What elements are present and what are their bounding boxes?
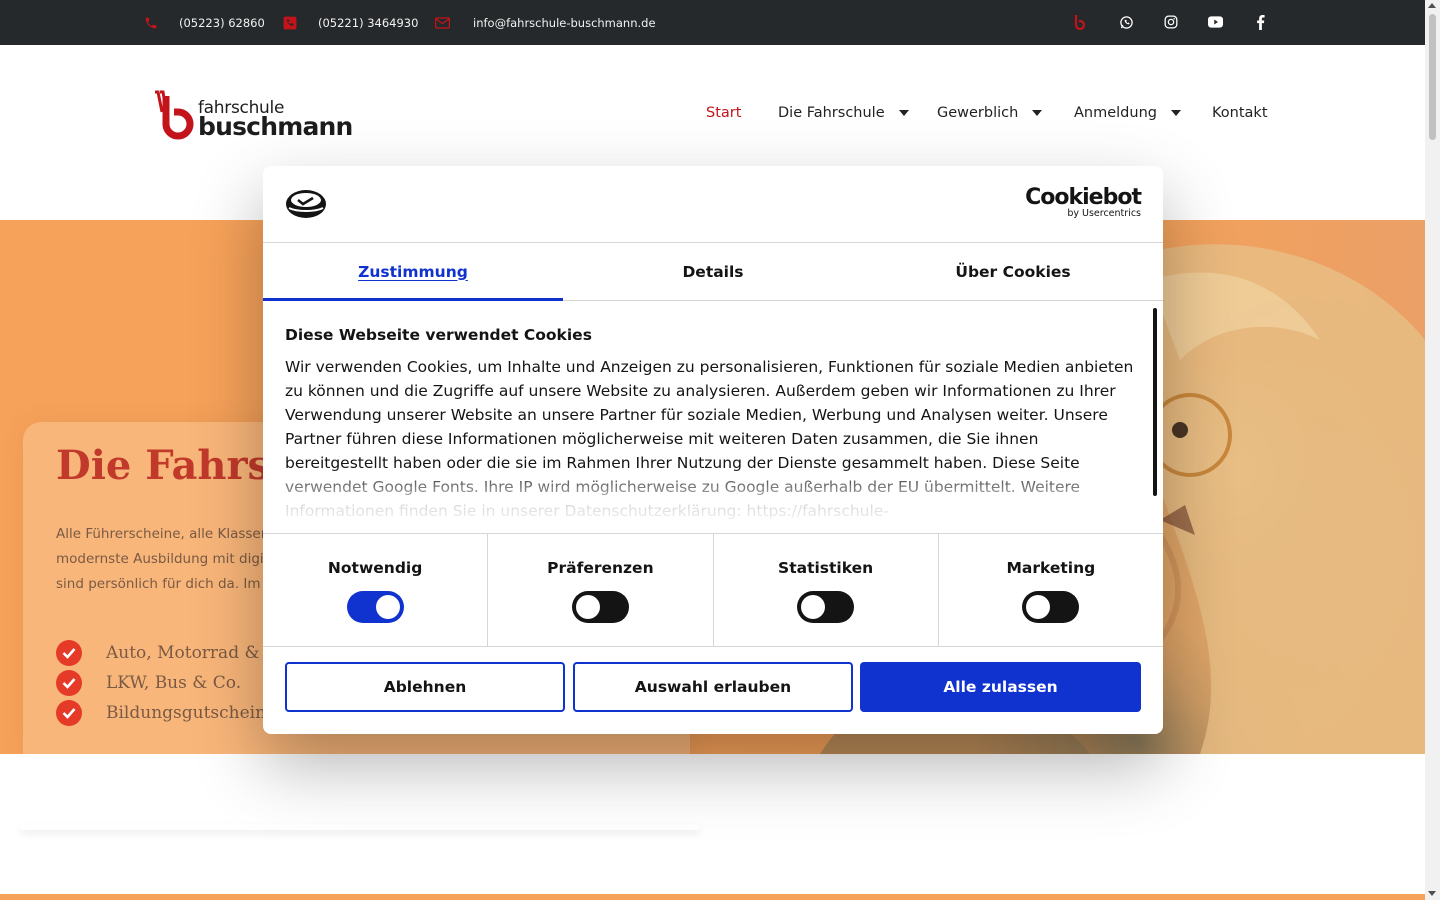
toggle-statistiken[interactable]: [797, 591, 855, 623]
instagram-icon[interactable]: [1161, 12, 1181, 32]
nav-kontakt-label: Kontakt: [1212, 105, 1268, 121]
caret-down-icon: [898, 110, 909, 116]
page-scrollbar[interactable]: [1425, 0, 1440, 900]
dialog-body: Diese Webseite verwendet Cookies Wir ver…: [263, 302, 1163, 533]
check-icon: [56, 670, 82, 696]
envelope-icon: [434, 15, 450, 31]
category-label: Statistiken: [778, 559, 874, 577]
category-label: Marketing: [1006, 559, 1096, 577]
nav-die-fahrschule[interactable]: Die Fahrschule: [778, 105, 909, 121]
list-item: LKW, Bus & Co.: [56, 668, 278, 698]
youtube-icon[interactable]: [1205, 12, 1225, 32]
dialog-tabs: Zustimmung Details Über Cookies: [263, 243, 1163, 301]
dialog-header: Cookiebot by Usercentrics: [263, 166, 1163, 243]
email-link[interactable]: info@fahrschule-buschmann.de: [434, 0, 656, 45]
phone-square-icon: [282, 15, 298, 31]
page: (05223) 62860 (05221) 3464930 info@fahrs…: [0, 0, 1440, 900]
allow-all-button[interactable]: Alle zulassen: [860, 662, 1141, 712]
cookiebot-brand-name: Cookiebot: [1025, 185, 1142, 210]
phone-link-2[interactable]: (05221) 3464930: [282, 0, 418, 45]
toggle-notwendig[interactable]: [346, 591, 404, 623]
toggle-knob: [375, 595, 400, 619]
below-hero-area: [0, 754, 1425, 900]
allow-selection-button[interactable]: Auswahl erlauben: [573, 662, 853, 712]
caret-down-icon: [1032, 110, 1043, 116]
category-notwendig: Notwendig: [263, 534, 489, 646]
hero-feature-list: Auto, Motorrad & C LKW, Bus & Co. Bildun…: [56, 638, 278, 728]
text-fade-overlay: [263, 467, 1153, 533]
nav-die-fahrschule-label: Die Fahrschule: [778, 105, 885, 121]
deny-button[interactable]: Ablehnen: [285, 662, 565, 712]
nav-start-label: Start: [706, 105, 742, 121]
list-item-label: LKW, Bus & Co.: [106, 673, 242, 693]
cookiebot-logo-icon: [285, 188, 327, 220]
phone-number-1: (05223) 62860: [179, 15, 265, 30]
scroll-down-arrow-icon[interactable]: [1428, 891, 1436, 896]
orange-strip: [0, 894, 1425, 900]
toggle-marketing[interactable]: [1022, 591, 1080, 623]
list-item: Auto, Motorrad & C: [56, 638, 278, 668]
top-bar: (05223) 62860 (05221) 3464930 info@fahrs…: [0, 0, 1425, 45]
list-item-label: Auto, Motorrad & C: [106, 643, 279, 663]
phone-link-1[interactable]: (05223) 62860: [143, 0, 265, 45]
nav-anmeldung[interactable]: Anmeldung: [1074, 105, 1181, 121]
tab-zustimmung[interactable]: Zustimmung: [263, 243, 563, 301]
nav-start[interactable]: Start: [706, 105, 741, 121]
main-nav: Start Die Fahrschule Gewerblich Anmeldun…: [0, 105, 1425, 125]
category-statistiken: Statistiken: [714, 534, 939, 646]
scroll-up-arrow-icon[interactable]: [1428, 3, 1436, 8]
section-divider: [20, 824, 700, 830]
tab-details[interactable]: Details: [563, 243, 863, 300]
cookiebot-brand[interactable]: Cookiebot by Usercentrics: [1025, 185, 1142, 220]
check-icon: [56, 700, 82, 726]
category-label: Notwendig: [327, 559, 423, 577]
category-marketing: Marketing: [939, 534, 1163, 646]
caret-down-icon: [1170, 110, 1181, 116]
nav-anmeldung-label: Anmeldung: [1074, 105, 1157, 121]
whatsapp-icon[interactable]: [1116, 12, 1136, 32]
cookie-consent-dialog: Cookiebot by Usercentrics Zustimmung Det…: [263, 166, 1163, 734]
phone-number-2: (05221) 3464930: [318, 15, 419, 30]
category-label: Präferenzen: [547, 559, 654, 577]
check-icon: [56, 640, 82, 666]
toggle-knob: [1026, 595, 1051, 619]
nav-kontakt[interactable]: Kontakt: [1212, 105, 1268, 121]
scrollbar-thumb[interactable]: [1429, 14, 1436, 140]
facebook-icon[interactable]: [1250, 12, 1270, 32]
list-item-label: Bildungsgutschein: [106, 703, 267, 723]
toggle-knob: [801, 595, 826, 619]
toggle-praeferenzen[interactable]: [571, 591, 629, 623]
phone-icon: [143, 15, 159, 31]
category-praeferenzen: Präferenzen: [488, 534, 714, 646]
brand-b-icon[interactable]: [1071, 12, 1091, 32]
toggle-knob: [575, 595, 600, 619]
dialog-buttons: Ablehnen Auswahl erlauben Alle zulassen: [285, 662, 1141, 712]
tab-ueber-cookies[interactable]: Über Cookies: [863, 243, 1163, 300]
dialog-title: Diese Webseite verwendet Cookies: [285, 326, 592, 344]
nav-gewerblich[interactable]: Gewerblich: [937, 105, 1043, 121]
dialog-scrollbar[interactable]: [1153, 308, 1157, 496]
list-item: Bildungsgutschein: [56, 698, 278, 728]
email-address: info@fahrschule-buschmann.de: [473, 15, 656, 30]
consent-categories: Notwendig Präferenzen Statistiken Market…: [263, 533, 1163, 647]
nav-gewerblich-label: Gewerblich: [937, 105, 1019, 121]
